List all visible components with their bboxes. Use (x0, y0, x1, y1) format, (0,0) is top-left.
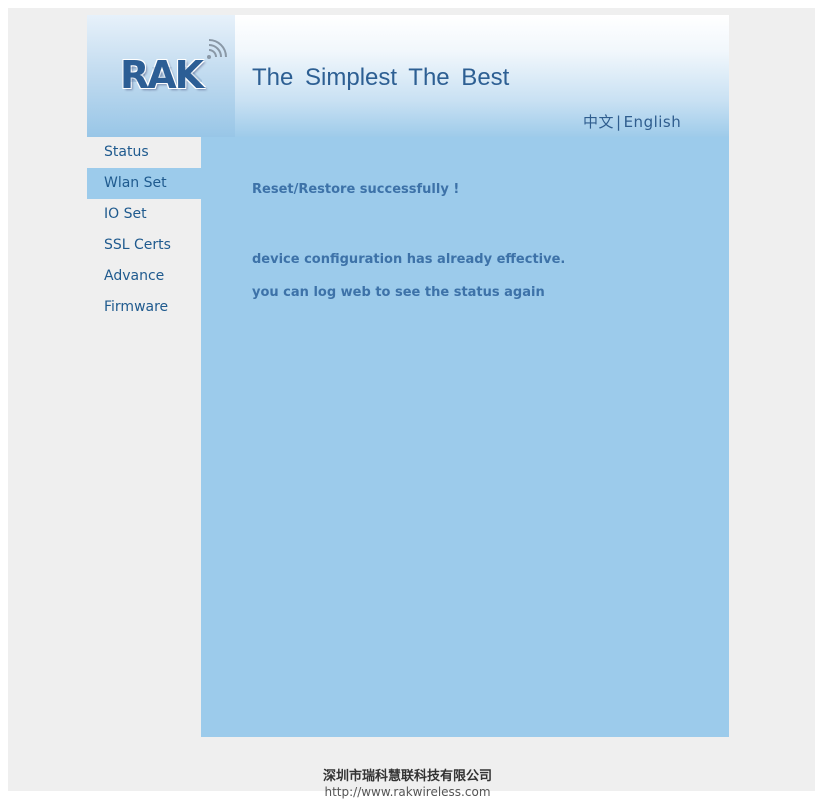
language-english-link[interactable]: English (624, 113, 682, 131)
sidebar-item-firmware[interactable]: Firmware (87, 292, 201, 323)
footer-url[interactable]: http://www.rakwireless.com (0, 785, 815, 799)
footer-company: 深圳市瑞科慧联科技有限公司 (322, 769, 492, 784)
sidebar-item-wlan-set[interactable]: Wlan Set (87, 168, 201, 199)
wifi-signal-icon (207, 39, 227, 59)
header: RAK RAK The Simplest The Best 中文 | English (87, 15, 729, 137)
logo: RAK RAK (87, 15, 235, 137)
sidebar-item-advance[interactable]: Advance (87, 261, 201, 292)
tagline: The Simplest The Best (252, 64, 510, 91)
status-message-line1: device configuration has already effecti… (252, 252, 566, 267)
language-chinese-link[interactable]: 中文 (583, 113, 614, 131)
content-panel: Reset/Restore successfully ! device conf… (201, 137, 729, 737)
sidebar-item-io-set[interactable]: IO Set (87, 199, 201, 230)
sidebar-nav: Status Wlan Set IO Set SSL Certs Advance… (87, 137, 201, 737)
main-container: RAK RAK The Simplest The Best 中文 | English… (87, 15, 729, 737)
status-message-line2: you can log web to see the status again (252, 285, 545, 300)
sidebar-item-status[interactable]: Status (87, 137, 201, 168)
sidebar-item-ssl-certs[interactable]: SSL Certs (87, 230, 201, 261)
language-switcher: 中文 | English (583, 111, 681, 132)
status-message-title: Reset/Restore successfully ! (252, 182, 460, 197)
logo-reflection: RAK (120, 67, 203, 89)
language-separator: | (616, 113, 622, 131)
